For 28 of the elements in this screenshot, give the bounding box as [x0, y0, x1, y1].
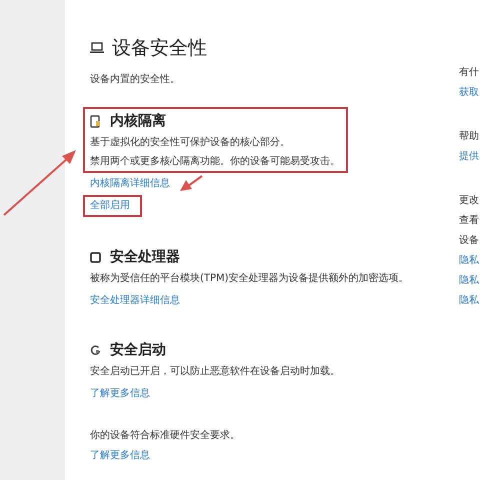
section-description: 基于虚拟化的安全性可保护设备的核心部分。: [90, 136, 291, 150]
section-title: 内核隔离: [110, 112, 166, 131]
panel-text: 设备: [459, 234, 479, 248]
link[interactable]: 了解更多信息: [90, 449, 150, 463]
panel-text: 查看: [459, 214, 479, 228]
link[interactable]: 提供: [459, 150, 479, 164]
shield-chip-icon: [90, 114, 101, 128]
link[interactable]: 全部启用: [85, 197, 140, 215]
section-title: 安全处理器: [110, 248, 180, 267]
panel-heading: 更改: [459, 194, 479, 208]
section-title: 安全启动: [110, 340, 166, 360]
link[interactable]: 隐私: [459, 294, 479, 308]
link[interactable]: 内核隔离详细信息: [90, 177, 170, 191]
page-title: 设备安全性: [112, 36, 207, 60]
link[interactable]: 获取: [459, 86, 479, 100]
annotation-arrow: [180, 175, 203, 191]
link[interactable]: 隐私: [459, 254, 479, 268]
panel-heading: 帮助: [459, 130, 479, 144]
link[interactable]: 隐私: [459, 274, 479, 288]
compliance-text: 你的设备符合标准硬件安全要求。: [90, 429, 241, 443]
link[interactable]: 安全处理器详细信息: [90, 294, 180, 308]
section-description: 禁用两个或更多核心隔离功能。你的设备可能易受攻击。: [90, 155, 340, 169]
section-description: 被称为受信任的平台模块(TPM)安全处理器为设备提供额外的加密选项。: [90, 272, 409, 286]
link[interactable]: 了解更多信息: [90, 387, 150, 401]
section-description: 安全启动已开启，可以防止恶意软件在设备启动时加载。: [90, 365, 340, 379]
laptop-icon: [90, 42, 104, 54]
page-subtitle: 设备内置的安全性。: [90, 72, 181, 87]
panel-heading: 有什: [459, 66, 479, 80]
